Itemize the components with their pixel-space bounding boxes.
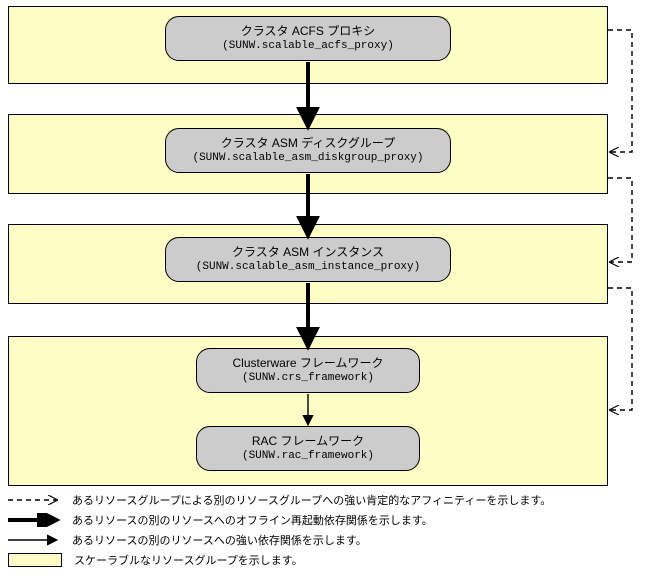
node-subtitle: (SUNW.scalable_asm_instance_proxy)	[174, 260, 442, 275]
legend-swatch-dashed-arrow	[8, 493, 60, 507]
affinity-g0-g1	[608, 30, 632, 152]
legend-swatch-thin-arrow	[8, 533, 60, 547]
node-asm-instance: クラスタ ASM インスタンス (SUNW.scalable_asm_insta…	[165, 237, 451, 282]
node-rac-framework: RAC フレームワーク (SUNW.rac_framework)	[196, 426, 420, 471]
legend-row-affinity: あるリソースグループによる別のリソースグループへの強い肯定的なアフィニティーを示…	[8, 491, 628, 509]
node-subtitle: (SUNW.scalable_asm_diskgroup_proxy)	[174, 151, 442, 166]
legend-swatch-thick-arrow	[8, 513, 60, 527]
node-title: クラスタ ASM ディスクグループ	[174, 135, 442, 151]
legend: あるリソースグループによる別のリソースグループへの強い肯定的なアフィニティーを示…	[8, 491, 628, 571]
affinity-g1-g2	[608, 178, 632, 262]
node-asm-diskgroup: クラスタ ASM ディスクグループ (SUNW.scalable_asm_dis…	[165, 128, 451, 173]
node-title: RAC フレームワーク	[205, 433, 411, 449]
node-subtitle: (SUNW.rac_framework)	[205, 449, 411, 464]
legend-text: スケーラブルなリソースグループを示します。	[74, 552, 303, 568]
affinity-g2-g3	[608, 288, 632, 410]
legend-row-strong-dep: あるリソースの別のリソースへの強い依存関係を示します。	[8, 531, 628, 549]
node-crs-framework: Clusterware フレームワーク (SUNW.crs_framework)	[196, 348, 420, 393]
legend-text: あるリソースグループによる別のリソースグループへの強い肯定的なアフィニティーを示…	[72, 492, 551, 508]
node-title: クラスタ ASM インスタンス	[174, 244, 442, 260]
legend-swatch-yellow-box	[8, 553, 62, 567]
legend-text: あるリソースの別のリソースへのオフライン再起動依存関係を示します。	[72, 512, 433, 528]
node-title: Clusterware フレームワーク	[205, 355, 411, 371]
legend-row-offline-restart: あるリソースの別のリソースへのオフライン再起動依存関係を示します。	[8, 511, 628, 529]
node-acfs-proxy: クラスタ ACFS プロキシ (SUNW.scalable_acfs_proxy…	[165, 16, 451, 61]
node-title: クラスタ ACFS プロキシ	[174, 23, 442, 39]
node-subtitle: (SUNW.scalable_acfs_proxy)	[174, 39, 442, 54]
legend-text: あるリソースの別のリソースへの強い依存関係を示します。	[72, 532, 367, 548]
legend-row-scalable-group: スケーラブルなリソースグループを示します。	[8, 551, 628, 569]
node-subtitle: (SUNW.crs_framework)	[205, 371, 411, 386]
